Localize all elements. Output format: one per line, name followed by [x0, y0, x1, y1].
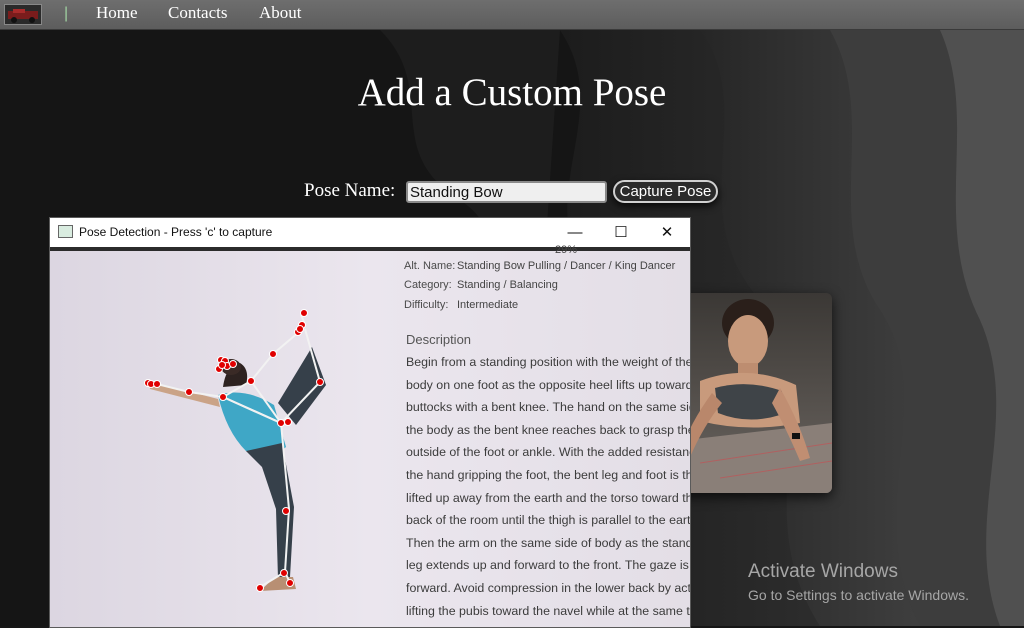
top-navbar: | Home Contacts About: [0, 0, 1024, 30]
activation-title: Activate Windows: [748, 561, 898, 582]
nav-home-link[interactable]: Home: [96, 3, 138, 23]
pose-name-input[interactable]: [406, 181, 607, 203]
category-label: Category:: [404, 279, 452, 291]
page-title: Add a Custom Pose: [357, 71, 667, 114]
description-line: leg extends up and forward to the front.…: [406, 558, 689, 573]
phone-battery-status: 29%: [555, 244, 578, 256]
description-line: outside of the foot or ankle. With the a…: [406, 445, 691, 460]
description-line: back of the room until the thigh is para…: [406, 513, 691, 528]
minimize-icon[interactable]: —: [552, 218, 598, 247]
difficulty-row: Difficulty: Intermediate: [404, 299, 518, 311]
capture-pose-button[interactable]: Capture Pose: [613, 180, 718, 203]
alt-name-label: Alt. Name:: [404, 260, 456, 272]
window-titlebar[interactable]: Pose Detection - Press 'c' to capture — …: [50, 218, 690, 247]
camera-feed: 29% Alt. Name: Standing Bow Pulling / Da…: [50, 244, 691, 627]
difficulty-label: Difficulty:: [404, 299, 449, 311]
pose-detection-window: Pose Detection - Press 'c' to capture — …: [49, 217, 691, 628]
pose-name-label: Pose Name:: [304, 180, 396, 201]
maximize-icon[interactable]: ☐: [598, 218, 644, 247]
description-heading: Description: [406, 332, 472, 347]
activation-subtitle: Go to Settings to activate Windows.: [748, 587, 969, 603]
description-line: body on one foot as the opposite heel li…: [406, 377, 691, 392]
app-icon: [58, 225, 73, 238]
difficulty-value: Intermediate: [457, 299, 519, 311]
description-line: Begin from a standing position with the …: [406, 355, 691, 369]
description-line: Then the arm on the same side of body as…: [406, 535, 691, 550]
nav-about-link[interactable]: About: [259, 3, 302, 23]
description-line: lifting the pubis toward the navel while…: [406, 603, 690, 618]
windows-activation-watermark: Activate Windows Go to Settings to activ…: [748, 561, 969, 603]
alt-name-value: Standing Bow Pulling / Dancer / King Dan…: [457, 260, 676, 272]
description-line: lifted up away from the earth and the to…: [406, 490, 691, 505]
description-line: the body as the bent knee reaches back t…: [406, 422, 691, 437]
nav-contacts-link[interactable]: Contacts: [168, 3, 228, 23]
description-text: Begin from a standing position with the …: [406, 351, 691, 622]
category-row: Category: Standing / Balancing: [404, 279, 558, 291]
category-value: Standing / Balancing: [457, 279, 558, 291]
alt-name-row: Alt. Name: Standing Bow Pulling / Dancer…: [404, 260, 675, 272]
site-logo[interactable]: [4, 4, 42, 25]
close-icon[interactable]: ✕: [644, 218, 690, 247]
nav-separator: |: [64, 5, 69, 22]
description-line: buttocks with a bent knee. The hand on t…: [406, 400, 691, 415]
description-line: forward. Avoid compression in the lower …: [406, 580, 691, 595]
window-title: Pose Detection - Press 'c' to capture: [79, 225, 273, 239]
description-line: the hand gripping the foot, the bent leg…: [406, 467, 691, 482]
